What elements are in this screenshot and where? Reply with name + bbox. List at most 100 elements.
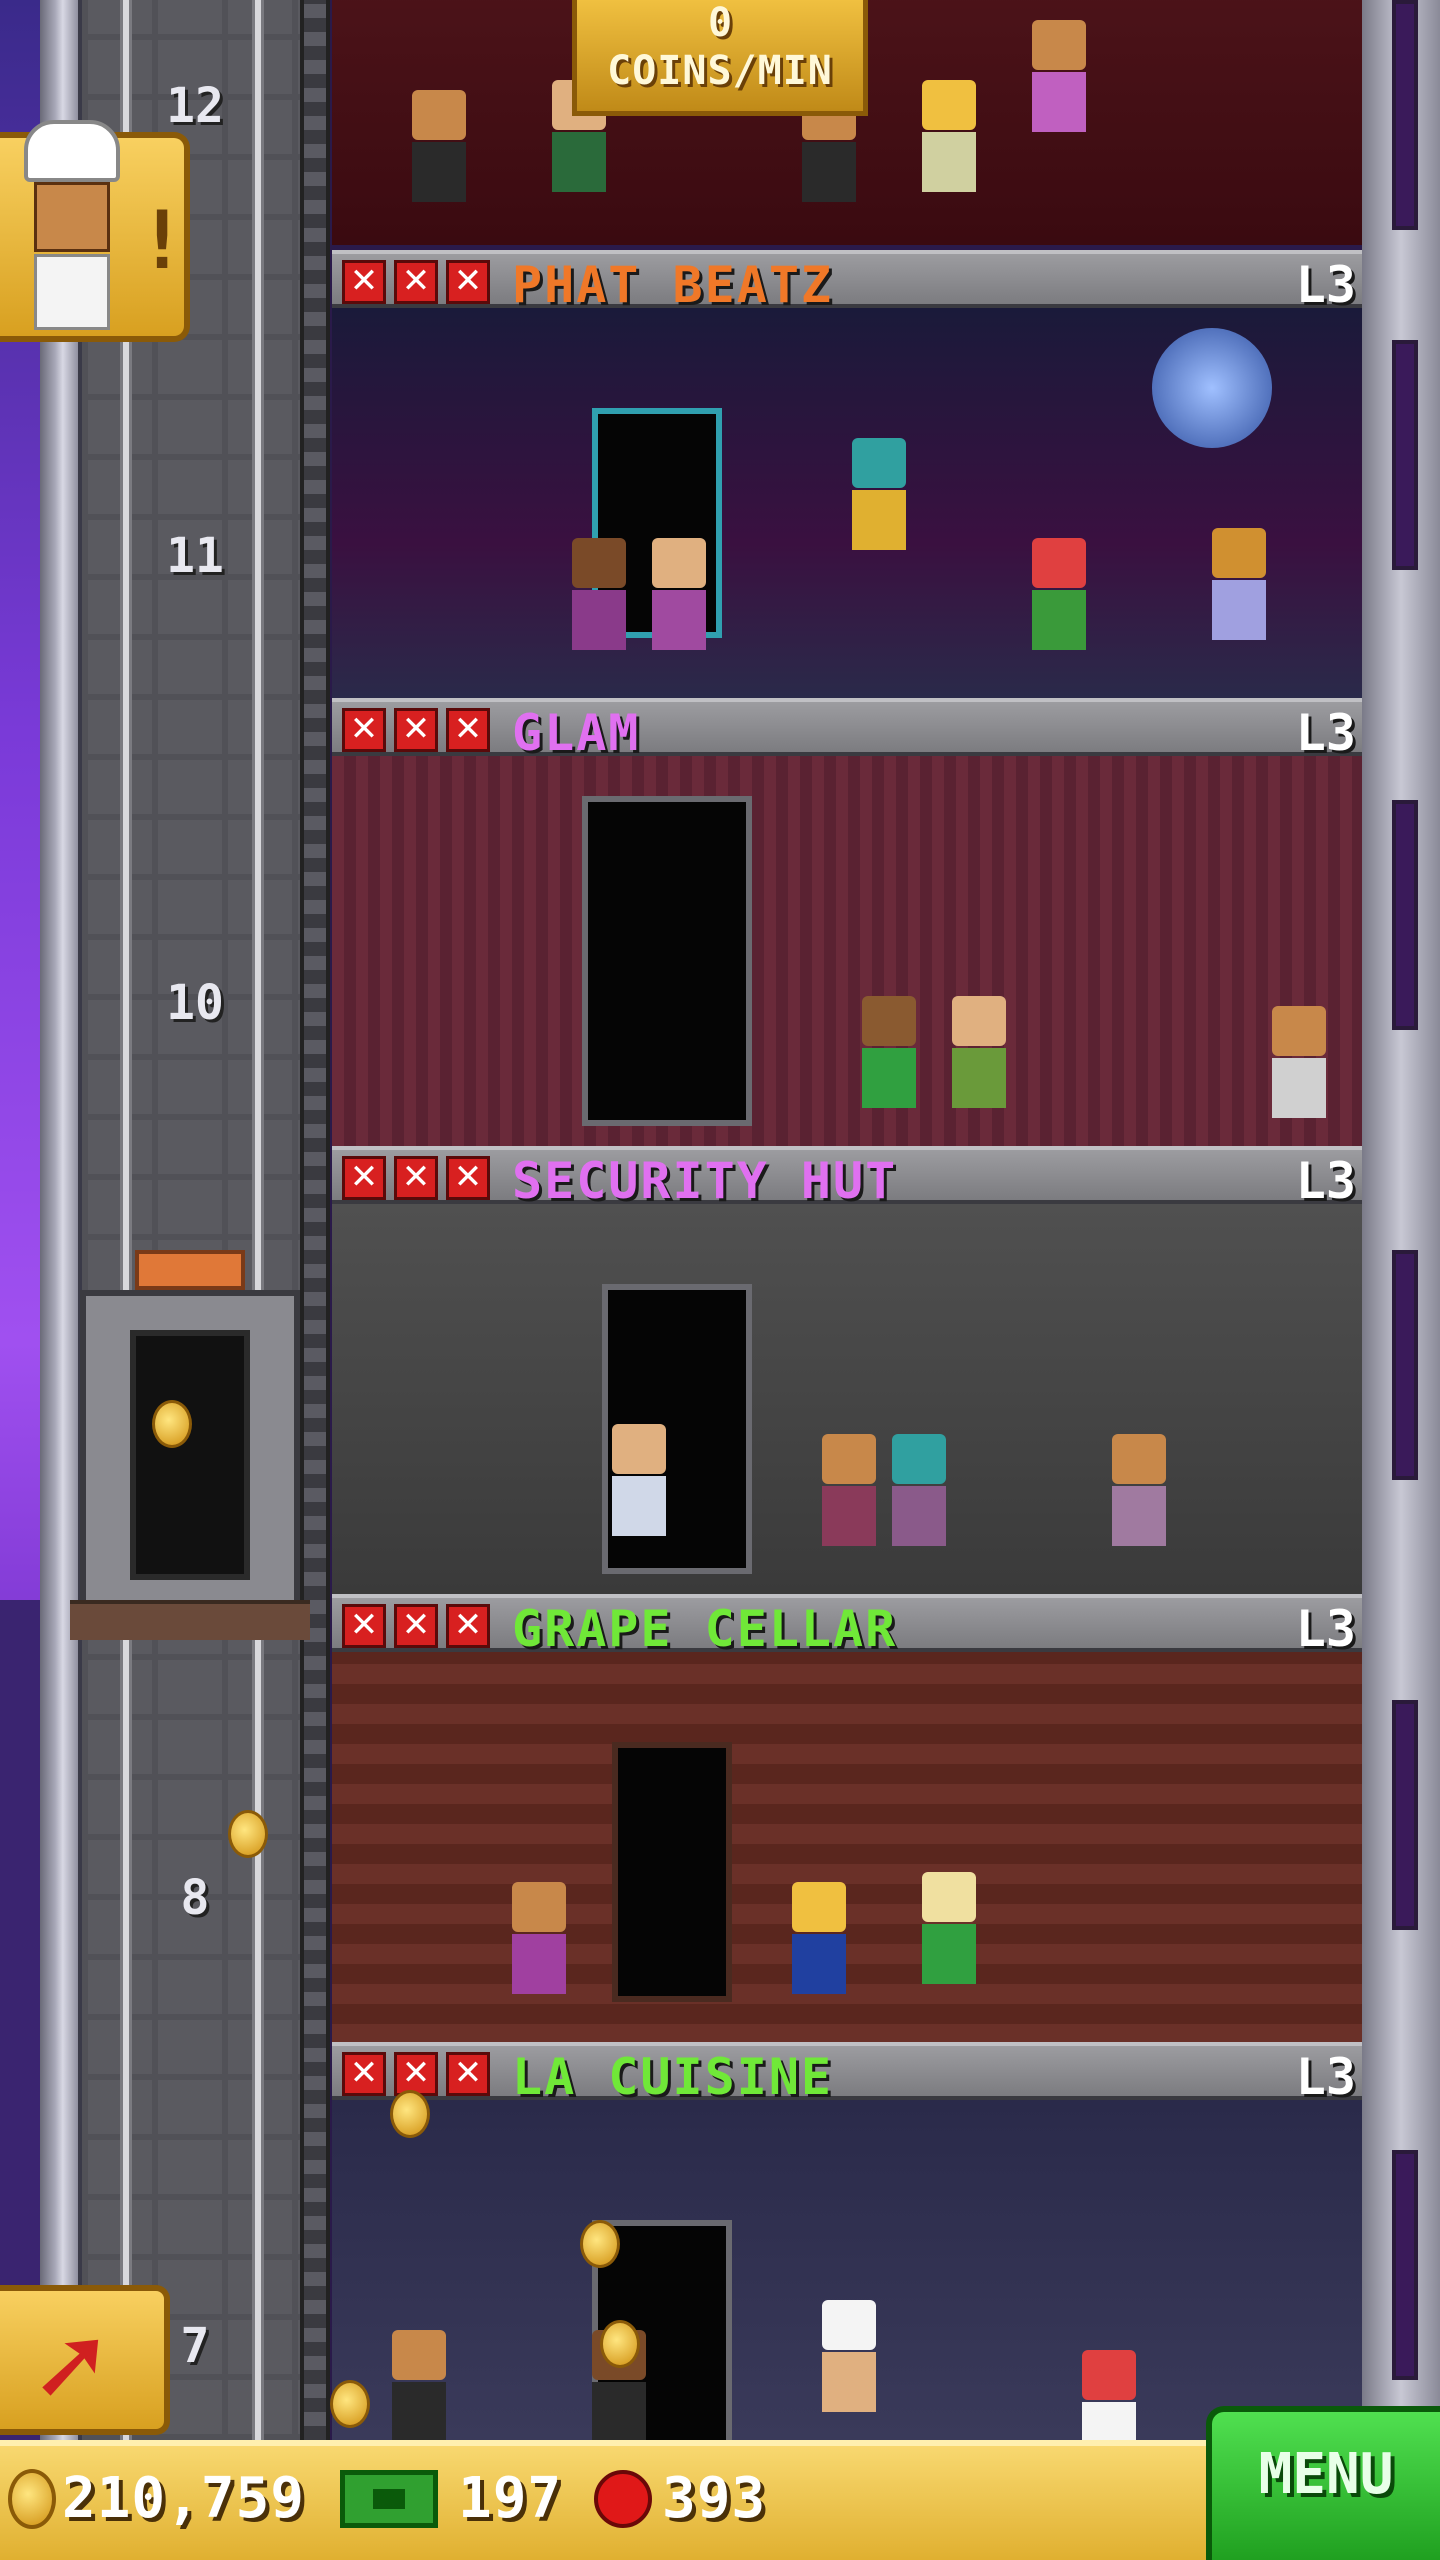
- stock-empty-icon: ✕: [446, 2052, 490, 2096]
- bitizen[interactable]: [1032, 538, 1086, 650]
- bitizen[interactable]: [1032, 20, 1086, 132]
- bitizen[interactable]: [1112, 1434, 1166, 1546]
- bitizen[interactable]: [652, 538, 706, 650]
- bitizen[interactable]: [412, 90, 466, 202]
- coin-icon: [152, 1400, 192, 1448]
- floor-number-10: 10: [166, 975, 224, 1031]
- chef-body: [34, 254, 110, 330]
- bitizen[interactable]: [572, 538, 626, 650]
- room-door: [612, 1742, 732, 2002]
- bitizen[interactable]: [1272, 1006, 1326, 1118]
- stock-empty-icon: ✕: [446, 1156, 490, 1200]
- coin-icon[interactable]: [390, 2090, 430, 2138]
- room-scene: [332, 308, 1362, 700]
- stock-indicators: ✕ ✕ ✕: [342, 2052, 490, 2096]
- bitizen[interactable]: [612, 1424, 666, 1536]
- bitizen[interactable]: [952, 996, 1006, 1108]
- bux-value: 197: [458, 2466, 563, 2531]
- floor-header: ✕ ✕ ✕ LA CUISINE L3: [332, 2042, 1362, 2106]
- tickets-value: 393: [662, 2466, 767, 2531]
- stock-empty-icon: ✕: [446, 260, 490, 304]
- floor-glam[interactable]: ✕ ✕ ✕ GLAM L3: [332, 698, 1362, 1148]
- floor-la-cuisine[interactable]: ✕ ✕ ✕ LA CUISINE L3: [332, 2042, 1362, 2440]
- bux-stat[interactable]: 197: [340, 2466, 562, 2531]
- floor-grape-cellar[interactable]: ✕ ✕ ✕ GRAPE CELLAR L3: [332, 1594, 1362, 2044]
- elevator-cable-right: [252, 0, 264, 2440]
- bux-icon: [340, 2469, 438, 2528]
- floor-phat-beatz[interactable]: ✕ ✕ ✕ PHAT BEATZ L3: [332, 250, 1362, 700]
- floor-number-8: 8: [180, 1870, 210, 1926]
- bitizen[interactable]: [922, 1872, 976, 1984]
- stock-empty-icon: ✕: [446, 708, 490, 752]
- elevator-door: [130, 1330, 250, 1580]
- tower-window: [1392, 340, 1418, 570]
- floor-level: L3: [1295, 1152, 1356, 1210]
- elevator-light: [135, 1250, 245, 1290]
- floor-header: ✕ ✕ ✕ GLAM L3: [332, 698, 1362, 762]
- bitizen[interactable]: [922, 80, 976, 192]
- stock-indicators: ✕ ✕ ✕: [342, 708, 490, 752]
- room-door: [582, 796, 752, 1126]
- floor-number-11: 11: [166, 528, 224, 584]
- tower-window: [1392, 0, 1418, 230]
- coins-value: 210,759: [62, 2466, 306, 2531]
- coin-icon[interactable]: [330, 2380, 370, 2428]
- coin-icon[interactable]: [228, 1810, 268, 1858]
- coin-rate-unit: COINS/MIN: [607, 48, 833, 94]
- arrow-up-right-icon: ➚: [30, 2304, 114, 2421]
- coins-stat[interactable]: 210,759: [8, 2466, 305, 2531]
- elevator-base: [70, 1600, 310, 1640]
- floor-name: GRAPE CELLAR: [512, 1600, 898, 1658]
- elevator-shaft[interactable]: [82, 0, 302, 2440]
- disco-ball-icon: [1152, 328, 1272, 448]
- tower-window: [1392, 800, 1418, 1030]
- bitizen[interactable]: [822, 1434, 876, 1546]
- floor-header: ✕ ✕ ✕ SECURITY HUT L3: [332, 1146, 1362, 1210]
- floor-number-12: 12: [166, 78, 224, 134]
- floor-level: L3: [1295, 256, 1356, 314]
- bitizen[interactable]: [852, 438, 906, 550]
- bitizen[interactable]: [862, 996, 916, 1108]
- bitizen[interactable]: [512, 1882, 566, 1994]
- chef-face: [34, 182, 110, 252]
- coin-icon[interactable]: [580, 2220, 620, 2268]
- floor-name: SECURITY HUT: [512, 1152, 898, 1210]
- coin-icon: [8, 2468, 56, 2529]
- stock-empty-icon: ✕: [394, 1156, 438, 1200]
- stock-empty-icon: ✕: [446, 1604, 490, 1648]
- room-scene: [332, 2100, 1362, 2440]
- floor-header: ✕ ✕ ✕ PHAT BEATZ L3: [332, 250, 1362, 314]
- floor-name: LA CUISINE: [512, 2048, 834, 2106]
- tower-window: [1392, 1700, 1418, 1930]
- tickets-stat[interactable]: 393: [594, 2466, 766, 2531]
- floor-security-hut[interactable]: ✕ ✕ ✕ SECURITY HUT L3: [332, 1146, 1362, 1596]
- bitizen[interactable]: [1212, 528, 1266, 640]
- stock-empty-icon: ✕: [342, 1604, 386, 1648]
- stock-indicators: ✕ ✕ ✕: [342, 260, 490, 304]
- elevator-cable-left: [120, 0, 132, 2440]
- tower-wall-left: [40, 0, 82, 2440]
- elevator-car[interactable]: [70, 1250, 310, 1640]
- stock-empty-icon: ✕: [342, 260, 386, 304]
- elevator-rail: [300, 0, 330, 2440]
- chef-icon: [24, 120, 120, 182]
- menu-button[interactable]: MENU: [1206, 2406, 1440, 2560]
- bitizen[interactable]: [822, 2300, 876, 2412]
- bitizen[interactable]: [392, 2330, 446, 2440]
- alert-icon: !: [138, 194, 187, 287]
- stock-empty-icon: ✕: [342, 1156, 386, 1200]
- floor-header: ✕ ✕ ✕ GRAPE CELLAR L3: [332, 1594, 1362, 1658]
- stock-empty-icon: ✕: [394, 708, 438, 752]
- bitizen-notification-button[interactable]: !: [0, 120, 190, 342]
- tower-window: [1392, 2150, 1418, 2380]
- room-scene: [332, 1652, 1362, 2044]
- bitizen[interactable]: [892, 1434, 946, 1546]
- stock-empty-icon: ✕: [394, 2052, 438, 2096]
- bitizen[interactable]: [1082, 2350, 1136, 2440]
- floor-level: L3: [1295, 704, 1356, 762]
- stock-empty-icon: ✕: [394, 1604, 438, 1648]
- raise-tower-button[interactable]: ➚: [0, 2285, 170, 2435]
- stock-empty-icon: ✕: [394, 260, 438, 304]
- bitizen[interactable]: [792, 1882, 846, 1994]
- coin-icon[interactable]: [600, 2320, 640, 2368]
